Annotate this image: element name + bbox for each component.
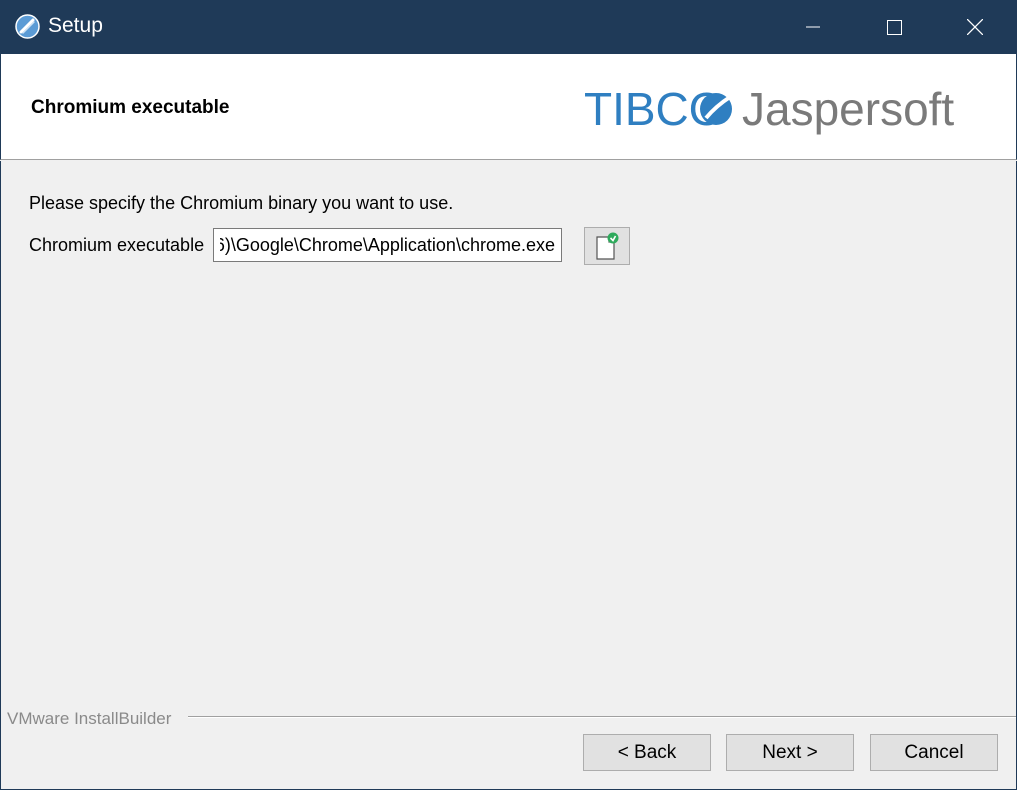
logo-jaspersoft-text: Jaspersoft (742, 83, 954, 135)
close-icon (967, 19, 983, 35)
cancel-button[interactable]: Cancel (870, 734, 998, 771)
window-title: Setup (48, 14, 103, 37)
chromium-path-input[interactable] (213, 228, 562, 262)
title-bar: Setup (0, 0, 1017, 54)
minimize-icon (806, 26, 820, 28)
footer-divider (188, 716, 1016, 718)
browse-button[interactable] (584, 227, 630, 265)
file-browse-icon (596, 232, 619, 260)
installer-brand-label: VMware InstallBuilder (7, 709, 176, 729)
back-button[interactable]: < Back (583, 734, 711, 771)
content-area: Please specify the Chromium binary you w… (0, 161, 1017, 790)
setup-app-icon (15, 14, 40, 39)
page-title: Chromium executable (31, 97, 230, 118)
tibco-jaspersoft-logo: TIBCO Jaspersoft (584, 83, 954, 135)
header-panel: Chromium executable TIBCO Jaspersoft (0, 54, 1017, 160)
instruction-text: Please specify the Chromium binary you w… (29, 193, 454, 213)
maximize-button[interactable] (854, 0, 934, 54)
minimize-button[interactable] (773, 0, 853, 54)
next-button[interactable]: Next > (726, 734, 854, 771)
close-button[interactable] (935, 0, 1015, 54)
chromium-executable-label: Chromium executable (29, 235, 205, 255)
maximize-icon (886, 19, 902, 35)
